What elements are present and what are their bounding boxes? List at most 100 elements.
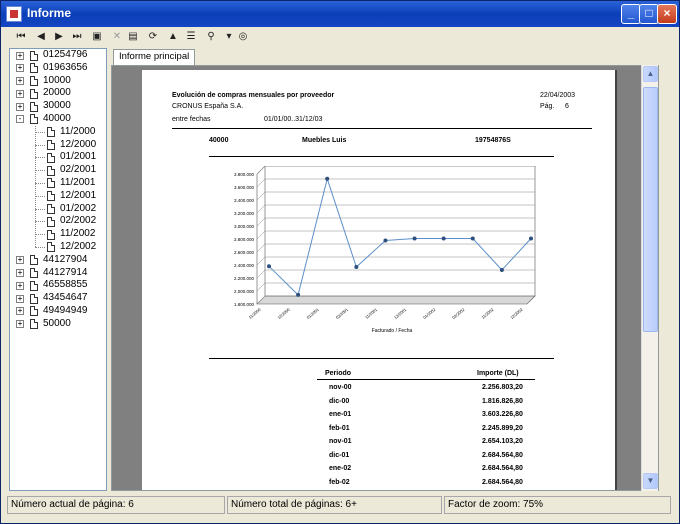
document-icon bbox=[30, 76, 38, 87]
tree-connector bbox=[35, 234, 45, 236]
table-cell-amount: 2.245.899,20 bbox=[482, 424, 523, 432]
last-page-icon[interactable]: ⏭ bbox=[69, 30, 85, 44]
expand-icon[interactable]: + bbox=[16, 281, 24, 290]
tree-item[interactable]: +44127904 bbox=[10, 254, 106, 267]
x-tick-label: 11/2002 bbox=[480, 306, 495, 319]
scroll-up-icon[interactable]: ▲ bbox=[643, 66, 658, 82]
tree-item[interactable]: 12/2002 bbox=[10, 241, 106, 254]
header-rule bbox=[172, 128, 592, 129]
stop-icon[interactable]: ✕ bbox=[109, 30, 125, 44]
grid-line bbox=[256, 217, 266, 227]
tree-item[interactable]: - 40000 bbox=[10, 113, 106, 126]
expand-icon[interactable]: + bbox=[16, 269, 24, 278]
y-tick-label: 3.800.000 bbox=[234, 172, 255, 177]
document-icon bbox=[30, 101, 38, 112]
tree-item[interactable]: 02/2002 bbox=[10, 215, 106, 228]
expand-icon[interactable]: + bbox=[16, 307, 24, 316]
tree-item-label: 20000 bbox=[43, 87, 71, 99]
amount-column-header: Importe (DL) bbox=[477, 370, 519, 377]
y-tick-label: 1.800.000 bbox=[234, 302, 255, 307]
y-tick-label: 2.800.000 bbox=[234, 237, 255, 242]
tree-item-label: 02/2002 bbox=[60, 215, 97, 227]
y-tick-label: 3.000.000 bbox=[234, 224, 255, 229]
vertical-scrollbar[interactable]: ▲ ▼ bbox=[641, 65, 658, 491]
prev-page-icon[interactable]: ◀ bbox=[33, 30, 49, 44]
tree-item-label: 44127914 bbox=[43, 266, 88, 278]
tab-informe-principal[interactable]: Informe principal bbox=[113, 49, 196, 65]
tree-item[interactable]: +44127914 bbox=[10, 267, 106, 280]
report-tree[interactable]: +01254796 +01963656 +10000 +20000 +30000-400… bbox=[9, 48, 107, 491]
grid-line bbox=[256, 204, 266, 214]
next-page-icon[interactable]: ▶ bbox=[51, 30, 67, 44]
x-tick-label: 01/2002 bbox=[422, 306, 437, 320]
y-tick-label: 3.600.000 bbox=[234, 185, 255, 190]
table-header-rule bbox=[317, 379, 535, 380]
tree-item[interactable]: 01/2001 bbox=[10, 151, 106, 164]
print-icon[interactable]: ▤ bbox=[125, 30, 141, 44]
vendor-name: Muebles Luis bbox=[302, 137, 347, 144]
table-cell-amount: 3.603.226,80 bbox=[482, 411, 523, 418]
refresh-icon[interactable]: ⟳ bbox=[145, 30, 161, 44]
tree-item[interactable]: 02/2001 bbox=[10, 164, 106, 177]
app-icon bbox=[6, 6, 22, 22]
data-point bbox=[470, 236, 475, 241]
scroll-thumb[interactable] bbox=[643, 87, 658, 332]
expand-icon[interactable]: + bbox=[16, 77, 24, 86]
tree-item-label: 02/2001 bbox=[60, 164, 97, 176]
data-point bbox=[529, 236, 533, 241]
x-axis-label: Facturado / Fecha bbox=[372, 328, 413, 334]
tree-item[interactable]: +46558855 bbox=[10, 279, 106, 292]
maximize-button[interactable]: □ bbox=[639, 4, 659, 24]
data-point bbox=[441, 236, 446, 241]
tree-item[interactable]: +50000 bbox=[10, 318, 106, 331]
zoom-icon[interactable]: ⚲ bbox=[203, 30, 219, 44]
tree-item[interactable]: +01254796 bbox=[10, 49, 106, 62]
y-tick-label: 2.400.000 bbox=[234, 263, 255, 268]
expand-icon[interactable]: + bbox=[16, 102, 24, 111]
tree-toggle-icon[interactable]: ☰ bbox=[183, 30, 199, 44]
tree-item[interactable]: 12/2000 bbox=[10, 139, 106, 152]
tree-connector bbox=[35, 195, 45, 197]
tree-item[interactable]: +01963656 bbox=[10, 62, 106, 75]
export-icon[interactable]: ▲ bbox=[165, 30, 181, 44]
tree-item-label: 01/2002 bbox=[60, 202, 97, 214]
table-cell-amount: 2.684.564,80 bbox=[482, 478, 523, 486]
expand-icon[interactable]: + bbox=[16, 256, 24, 265]
range-label: entre fechas bbox=[172, 116, 211, 123]
tab-strip: Informe principal bbox=[111, 48, 671, 65]
tree-item[interactable]: 01/2002 bbox=[10, 203, 106, 216]
scroll-down-icon[interactable]: ▼ bbox=[643, 473, 658, 489]
tree-item[interactable]: +30000 bbox=[10, 100, 106, 113]
tree-item[interactable]: +20000 bbox=[10, 87, 106, 100]
table-cell-period: dic-01 bbox=[329, 451, 350, 459]
tree-item[interactable]: +10000 bbox=[10, 75, 106, 88]
tree-item[interactable]: 11/2001 bbox=[10, 177, 106, 190]
expand-icon[interactable]: + bbox=[16, 294, 24, 303]
expand-icon[interactable]: + bbox=[16, 320, 24, 329]
close-button[interactable]: × bbox=[657, 4, 677, 24]
expand-icon[interactable]: + bbox=[16, 89, 24, 98]
tree-item[interactable]: +49494949 bbox=[10, 305, 106, 318]
tree-connector bbox=[35, 246, 45, 248]
expand-icon[interactable]: + bbox=[16, 64, 24, 73]
tree-item[interactable]: 12/2001 bbox=[10, 190, 106, 203]
tree-connector bbox=[35, 131, 45, 133]
tree-item-label: 01963656 bbox=[43, 61, 88, 73]
first-page-icon[interactable]: ⏮ bbox=[13, 30, 29, 44]
collapse-icon[interactable]: - bbox=[16, 115, 24, 124]
report-viewer[interactable]: Evolución de compras mensuales por prove… bbox=[111, 65, 659, 491]
expand-icon[interactable]: + bbox=[16, 51, 24, 60]
goto-page-icon[interactable]: ▣ bbox=[89, 30, 105, 44]
find-icon[interactable]: ◎ bbox=[235, 30, 251, 44]
minimize-button[interactable]: _ bbox=[621, 4, 641, 24]
tree-item[interactable]: 11/2002 bbox=[10, 228, 106, 241]
table-cell-period: nov-00 bbox=[329, 384, 352, 391]
title-bar[interactable]: Informe _ □ × bbox=[1, 1, 679, 27]
document-icon bbox=[47, 191, 55, 202]
tree-item[interactable]: 11/2000 bbox=[10, 126, 106, 139]
grid-line bbox=[256, 256, 266, 266]
period-column-header: Periodo bbox=[325, 370, 352, 377]
grid-line bbox=[256, 191, 266, 201]
tree-item[interactable]: +43454647 bbox=[10, 292, 106, 305]
y-tick-label: 2.200.000 bbox=[234, 276, 255, 281]
